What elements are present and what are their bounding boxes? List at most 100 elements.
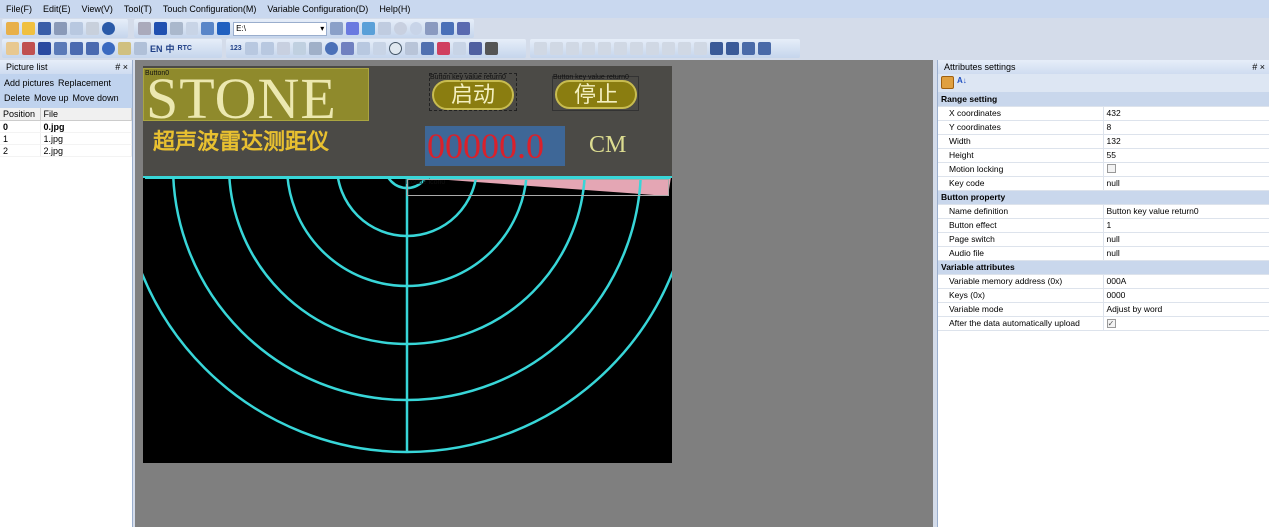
fraction-icon[interactable]: [70, 42, 83, 55]
chart-icon[interactable]: [356, 42, 370, 55]
category-row[interactable]: Button property: [938, 190, 1269, 205]
align-middle-icon[interactable]: [614, 42, 627, 55]
property-value[interactable]: null: [1103, 232, 1269, 247]
property-value[interactable]: 000A: [1103, 274, 1269, 289]
block-icon[interactable]: [38, 42, 51, 55]
property-row[interactable]: Variable mode Adjust by word: [938, 302, 1269, 317]
forward-icon[interactable]: [742, 42, 755, 55]
calculator-icon[interactable]: [441, 22, 455, 35]
page-icon[interactable]: [185, 22, 199, 35]
property-row[interactable]: Page switch null: [938, 232, 1269, 247]
property-row[interactable]: Key code null: [938, 176, 1269, 191]
wizard-icon[interactable]: [138, 22, 151, 35]
open-icon[interactable]: [22, 22, 35, 35]
film-icon[interactable]: [404, 42, 418, 55]
zoom-icon[interactable]: [409, 22, 423, 35]
same-height-icon[interactable]: [646, 42, 659, 55]
abc2-icon[interactable]: [260, 42, 274, 55]
categorized-icon[interactable]: [941, 76, 954, 89]
property-value[interactable]: 132: [1103, 134, 1269, 149]
target-icon[interactable]: [102, 42, 115, 55]
rotate-icon-selection[interactable]: [407, 179, 669, 196]
menu-file[interactable]: File(F): [6, 4, 32, 14]
backward-icon[interactable]: [758, 42, 771, 55]
new-icon[interactable]: [6, 22, 19, 35]
same-size-icon[interactable]: [662, 42, 675, 55]
number-button[interactable]: 123: [230, 45, 242, 52]
property-value[interactable]: 8: [1103, 120, 1269, 135]
property-row[interactable]: Height 55: [938, 148, 1269, 163]
align-top-icon[interactable]: [566, 42, 579, 55]
stone-logo-button[interactable]: Button0 STONE: [143, 66, 369, 131]
rtc-button[interactable]: RTC: [178, 45, 192, 52]
distribute-icon[interactable]: [678, 42, 691, 55]
menu-tool[interactable]: Tool(T): [124, 4, 152, 14]
property-value[interactable]: 0000: [1103, 288, 1269, 303]
property-value[interactable]: null: [1103, 246, 1269, 261]
property-value[interactable]: 1: [1103, 218, 1269, 233]
table-row[interactable]: 0 0.jpg: [0, 120, 132, 133]
property-row[interactable]: Audio file null: [938, 246, 1269, 261]
grid-icon[interactable]: [22, 42, 35, 55]
zh-button[interactable]: 中: [166, 42, 175, 55]
doc-icon[interactable]: [452, 42, 466, 55]
image-icon[interactable]: [372, 42, 386, 55]
stop-button[interactable]: 停止 Button key value return0: [552, 74, 639, 111]
replacement-button[interactable]: Replacement: [58, 78, 111, 88]
property-row[interactable]: After the data automatically upload ✓: [938, 316, 1269, 331]
download-icon[interactable]: [217, 22, 231, 35]
align-bottom-icon[interactable]: [582, 42, 595, 55]
undo-icon[interactable]: [102, 22, 115, 35]
variable-icon[interactable]: [276, 42, 290, 55]
menu-edit[interactable]: Edit(E): [43, 4, 71, 14]
save-icon[interactable]: [38, 22, 51, 35]
property-row[interactable]: Keys (0x) 0000: [938, 288, 1269, 303]
curve-icon[interactable]: [292, 42, 306, 55]
align-left-icon[interactable]: [534, 42, 547, 55]
sort-az-icon[interactable]: A↓: [957, 76, 970, 89]
bar-icon[interactable]: [308, 42, 322, 55]
distance-value-display[interactable]: 00000.0: [425, 126, 565, 166]
add-pictures-button[interactable]: Add pictures: [4, 78, 54, 88]
property-value[interactable]: Adjust by word: [1103, 302, 1269, 317]
same-width-icon[interactable]: [630, 42, 643, 55]
copy-icon[interactable]: [70, 22, 83, 35]
category-row[interactable]: Variable attributes: [938, 260, 1269, 275]
property-value[interactable]: 432: [1103, 106, 1269, 121]
menu-help[interactable]: Help(H): [379, 4, 410, 14]
property-row[interactable]: Variable memory address (0x) 000A: [938, 274, 1269, 289]
property-row[interactable]: Y coordinates 8: [938, 120, 1269, 135]
import-icon[interactable]: [201, 22, 215, 35]
category-row[interactable]: Range setting: [938, 92, 1269, 107]
slider-icon[interactable]: [86, 42, 99, 55]
cut-icon[interactable]: [54, 22, 67, 35]
pin-close-icon[interactable]: # ×: [115, 60, 128, 74]
move-up-button[interactable]: Move up: [34, 93, 69, 103]
property-value[interactable]: [1103, 162, 1269, 177]
property-value[interactable]: Button key value return0: [1103, 204, 1269, 219]
serial-icon[interactable]: [346, 22, 359, 35]
window-icon[interactable]: [377, 22, 391, 35]
clock-icon[interactable]: [388, 42, 402, 55]
circle-icon[interactable]: [393, 22, 407, 35]
path-combo[interactable]: E:\: [233, 21, 328, 36]
align-center-icon[interactable]: [598, 42, 611, 55]
pin-close-icon[interactable]: # ×: [1252, 60, 1265, 74]
preview-icon[interactable]: [330, 22, 344, 35]
col-file[interactable]: File: [40, 108, 132, 121]
picker-icon[interactable]: [425, 22, 439, 35]
abc-icon[interactable]: [244, 42, 258, 55]
keyboard-icon[interactable]: [169, 22, 183, 35]
bug-icon[interactable]: [118, 42, 131, 55]
waveform-icon[interactable]: [436, 42, 450, 55]
settings-icon[interactable]: [457, 22, 470, 35]
property-value[interactable]: null: [1103, 176, 1269, 191]
move-down-button[interactable]: Move down: [73, 93, 119, 103]
send-back-icon[interactable]: [726, 42, 739, 55]
paste-icon[interactable]: [86, 22, 99, 35]
property-row[interactable]: X coordinates 432: [938, 106, 1269, 121]
grid-align-icon[interactable]: [694, 42, 707, 55]
en-button[interactable]: EN: [150, 44, 163, 54]
list-icon[interactable]: [54, 42, 67, 55]
property-value[interactable]: ✓: [1103, 316, 1269, 331]
